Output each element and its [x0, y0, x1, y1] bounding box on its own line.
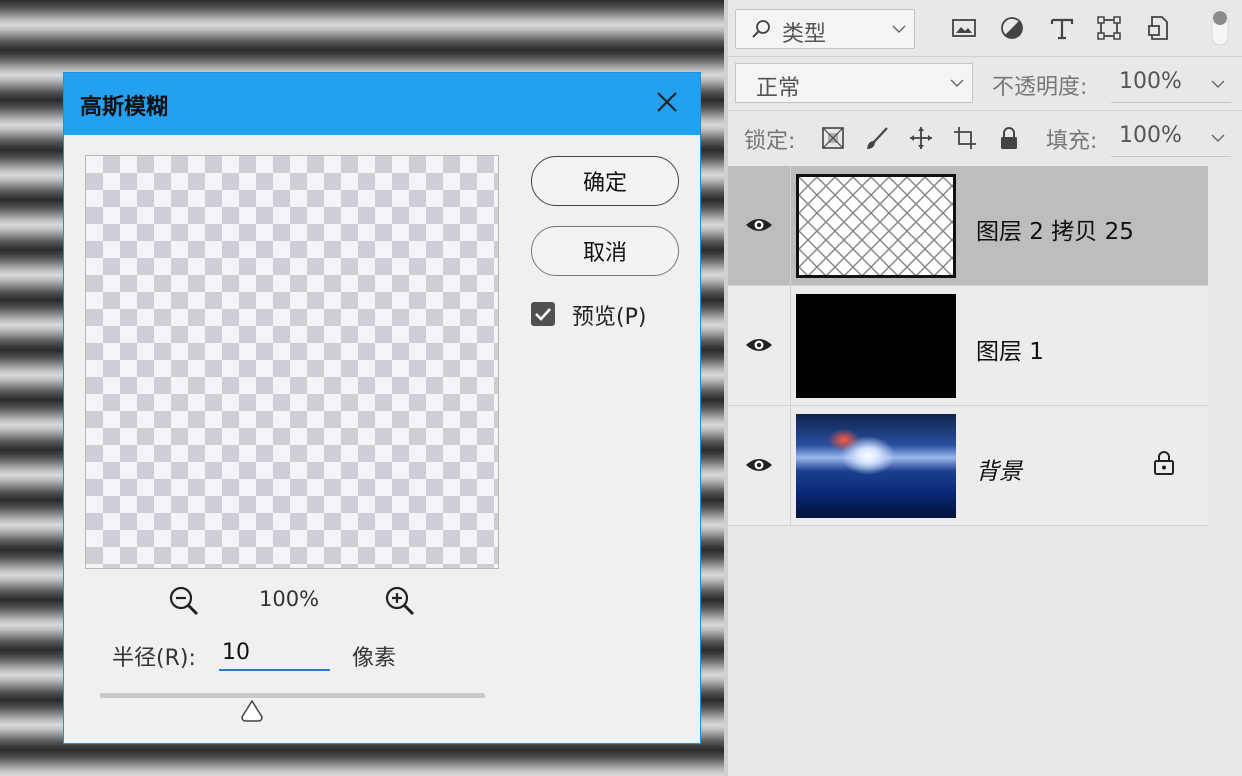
eye-icon[interactable]	[744, 334, 774, 356]
smart-object-filter-icon[interactable]	[1144, 14, 1172, 42]
layer-row[interactable]: 背景	[728, 406, 1208, 526]
eye-icon[interactable]	[744, 214, 774, 236]
lock-icon[interactable]	[1152, 450, 1176, 476]
zoom-in-icon[interactable]	[384, 585, 416, 617]
radius-label: 半径(R):	[112, 646, 196, 671]
fill-field[interactable]: 100%	[1111, 117, 1231, 157]
type-filter-icon[interactable]	[1048, 14, 1076, 42]
layer-name[interactable]: 图层 1	[976, 332, 1044, 366]
layer-separator	[790, 406, 791, 526]
fill-label: 填充:	[1046, 129, 1098, 154]
layers-panel: 类型 正常 不透明度: 100% 锁定: 填充: 100% 图层 2 拷贝 25…	[728, 0, 1242, 776]
eye-icon[interactable]	[744, 454, 774, 476]
layer-filter-row: 类型	[728, 0, 1242, 56]
preview-checkbox[interactable]	[531, 302, 555, 326]
lock-artboard-icon[interactable]	[952, 125, 978, 151]
cancel-button[interactable]: 取消	[531, 226, 679, 276]
radius-input[interactable]	[219, 635, 330, 671]
layer-row[interactable]: 图层 1	[728, 286, 1208, 406]
chevron-down-icon[interactable]	[1211, 133, 1225, 143]
blend-mode-select[interactable]: 正常	[735, 63, 973, 103]
ok-button[interactable]: 确定	[531, 156, 679, 206]
shape-filter-icon[interactable]	[1095, 14, 1123, 42]
dialog-title: 高斯模糊	[80, 95, 169, 120]
gaussian-blur-dialog: 高斯模糊 确定 取消 预览(P) 100% 半径(R): 像素	[63, 72, 701, 744]
lock-transparent-icon[interactable]	[820, 125, 846, 151]
lock-label: 锁定:	[744, 129, 796, 154]
radius-slider-thumb[interactable]	[240, 699, 264, 723]
chevron-down-icon	[950, 79, 964, 87]
layer-thumbnail[interactable]	[796, 174, 956, 278]
opacity-value: 100%	[1119, 69, 1182, 94]
image-filter-icon[interactable]	[950, 14, 978, 42]
layer-name[interactable]: 背景	[976, 452, 1022, 486]
filter-kind-select[interactable]: 类型	[735, 9, 915, 49]
layer-thumbnail[interactable]	[796, 414, 956, 518]
layer-separator	[790, 286, 791, 406]
search-icon	[752, 20, 770, 38]
filter-toggle-switch[interactable]	[1210, 8, 1230, 46]
radius-unit-label: 像素	[352, 646, 397, 671]
layer-separator	[790, 166, 791, 286]
zoom-level: 100%	[259, 587, 320, 611]
dialog-title-bar[interactable]: 高斯模糊	[64, 73, 700, 135]
opacity-label: 不透明度:	[992, 75, 1088, 100]
blend-mode-value: 正常	[756, 76, 801, 101]
chevron-down-icon	[892, 25, 906, 33]
blend-row: 正常 不透明度: 100%	[728, 56, 1242, 111]
close-icon[interactable]	[652, 87, 682, 117]
lock-paint-icon[interactable]	[864, 125, 890, 151]
blur-preview-area[interactable]	[85, 155, 499, 569]
lock-all-icon[interactable]	[996, 125, 1022, 151]
zoom-out-icon[interactable]	[168, 585, 200, 617]
chevron-down-icon[interactable]	[1211, 79, 1225, 89]
radius-slider-track[interactable]	[100, 693, 485, 698]
filter-kind-value: 类型	[782, 22, 827, 47]
fill-value: 100%	[1119, 123, 1182, 148]
layer-thumbnail[interactable]	[796, 294, 956, 398]
lock-row: 锁定: 填充: 100%	[728, 110, 1242, 165]
preview-checkbox-label[interactable]: 预览(P)	[572, 299, 646, 331]
opacity-field[interactable]: 100%	[1111, 63, 1231, 103]
lock-move-icon[interactable]	[908, 125, 934, 151]
layer-row[interactable]: 图层 2 拷贝 25	[728, 166, 1208, 286]
checkmark-icon	[535, 308, 551, 321]
layer-name[interactable]: 图层 2 拷贝 25	[976, 212, 1134, 246]
adjustment-filter-icon[interactable]	[998, 14, 1026, 42]
